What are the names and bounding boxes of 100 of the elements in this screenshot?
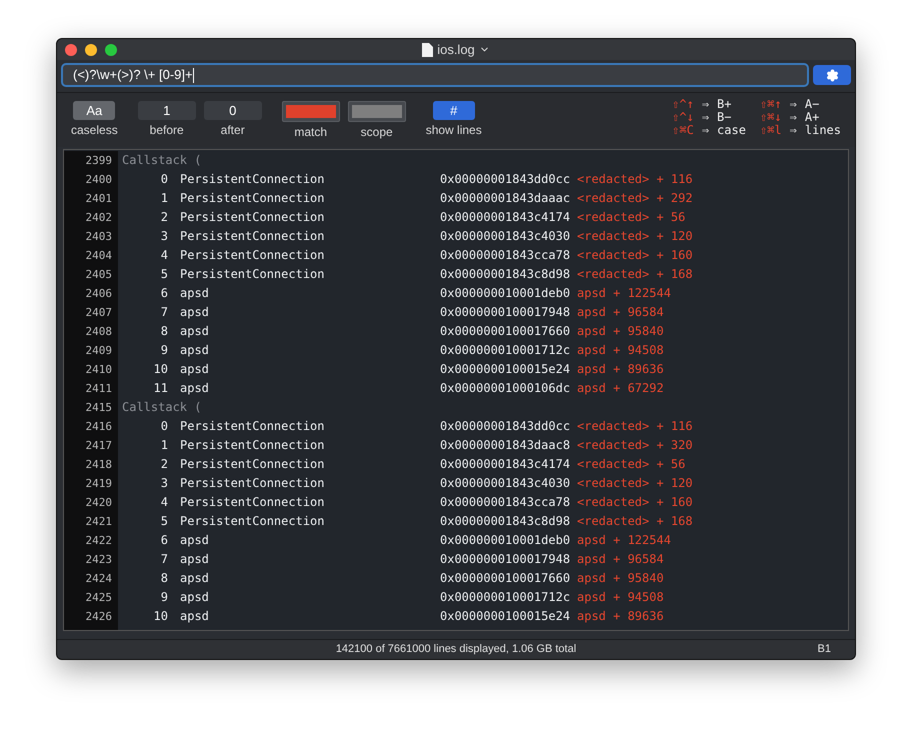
shortcut-action: A+: [804, 111, 820, 124]
line-number: 2417: [84, 438, 113, 454]
frame-module: apsd: [180, 285, 210, 302]
line-number: 2401: [84, 191, 113, 207]
frame-module: PersistentConnection: [180, 190, 326, 207]
frame-module: PersistentConnection: [180, 494, 326, 511]
frame-module: apsd: [180, 532, 210, 549]
line-number: 2405: [84, 267, 113, 283]
frame-index: 10: [152, 361, 168, 378]
line-number: 2406: [84, 286, 113, 302]
shortcut-keys: ⇧⌘C: [672, 124, 694, 137]
log-line: Callstack (: [122, 399, 202, 416]
frame-index: 8: [160, 323, 168, 340]
frame-index: 3: [160, 475, 168, 492]
close-window-icon[interactable]: [65, 44, 77, 56]
frame-symbol: <redacted> + 56: [577, 209, 686, 226]
caseless-toggle[interactable]: Aa: [73, 101, 116, 120]
frame-index: 3: [160, 228, 168, 245]
zoom-window-icon[interactable]: [105, 44, 117, 56]
color-well[interactable]: [282, 101, 340, 122]
window-title: ios.log: [437, 40, 475, 59]
before-field[interactable]: 1: [138, 101, 196, 120]
line-number: 2421: [84, 514, 113, 530]
line-number: 2410: [84, 362, 113, 378]
control-caption: match: [294, 126, 328, 138]
frame-address: 0x0000000100015e24: [440, 361, 572, 378]
frame-index: 6: [160, 532, 168, 549]
frame-symbol: <redacted> + 168: [577, 513, 693, 530]
shortcut-action: case: [717, 124, 746, 137]
frame-address: 0x00000001843c8d98: [440, 266, 572, 283]
frame-symbol: <redacted> + 56: [577, 456, 686, 473]
frame-address: 0x0000000100017948: [440, 551, 572, 568]
arrow-glyph: ⇒: [702, 124, 710, 137]
color-well[interactable]: [348, 101, 406, 122]
frame-address: 0x00000001843c4174: [440, 209, 572, 226]
frame-address: 0x00000001843cca78: [440, 494, 572, 511]
arrow-glyph: ⇒: [702, 98, 710, 111]
frame-symbol: <redacted> + 168: [577, 266, 693, 283]
after-field[interactable]: 0: [204, 101, 262, 120]
frame-address: 0x00000001843dd0cc: [440, 171, 572, 188]
frame-address: 0x00000001843dd0cc: [440, 418, 572, 435]
line-number: 2422: [84, 533, 113, 549]
frame-symbol: <redacted> + 116: [577, 171, 693, 188]
frame-module: apsd: [180, 323, 210, 340]
frame-module: apsd: [180, 551, 210, 568]
frame-module: PersistentConnection: [180, 475, 326, 492]
frame-index: 10: [152, 608, 168, 625]
search-field[interactable]: (<)?\w+(>)? \+ [0-9]+: [61, 63, 809, 87]
status-mode: B1: [818, 642, 831, 658]
line-number: 2409: [84, 343, 113, 359]
frame-module: apsd: [180, 570, 210, 587]
shortcut-action: lines: [804, 124, 841, 137]
frame-index: 0: [160, 171, 168, 188]
settings-button[interactable]: [813, 65, 851, 85]
minimize-window-icon[interactable]: [85, 44, 97, 56]
line-number: 2420: [84, 495, 113, 511]
frame-module: apsd: [180, 304, 210, 321]
control-caption: after: [220, 124, 245, 136]
frame-index: 4: [160, 247, 168, 264]
frame-symbol: apsd + 95840: [577, 323, 664, 340]
frame-address: 0x000000010001deb0: [440, 285, 572, 302]
control-caption: caseless: [71, 124, 118, 136]
frame-index: 7: [160, 551, 168, 568]
arrow-glyph: ⇒: [702, 111, 710, 124]
frame-module: apsd: [180, 342, 210, 359]
frame-address: 0x000000010001deb0: [440, 532, 572, 549]
frame-address: 0x000000010001712c: [440, 589, 572, 606]
frame-module: PersistentConnection: [180, 247, 326, 264]
document-icon: [422, 42, 434, 56]
line-number: 2426: [84, 609, 113, 625]
line-number: 2407: [84, 305, 113, 321]
show-lines-toggle[interactable]: #: [432, 101, 475, 120]
line-number: 2415: [84, 400, 113, 416]
frame-module: apsd: [180, 608, 210, 625]
line-number: 2424: [84, 571, 113, 587]
frame-symbol: <redacted> + 292: [577, 190, 693, 207]
frame-index: 9: [160, 589, 168, 606]
frame-index: 5: [160, 266, 168, 283]
control-caption: show lines: [426, 124, 482, 136]
control-caption: before: [150, 124, 184, 136]
frame-address: 0x00000001843c4030: [440, 228, 572, 245]
frame-module: apsd: [180, 361, 210, 378]
frame-address: 0x00000001000106dc: [440, 380, 572, 397]
frame-index: 4: [160, 494, 168, 511]
frame-address: 0x000000010001712c: [440, 342, 572, 359]
line-number: 2423: [84, 552, 113, 568]
frame-symbol: <redacted> + 116: [577, 418, 693, 435]
frame-module: PersistentConnection: [180, 171, 326, 188]
line-number: 2400: [84, 172, 113, 188]
frame-index: 7: [160, 304, 168, 321]
shortcut-keys: ⇧^↓: [672, 111, 694, 124]
frame-index: 1: [160, 437, 168, 454]
line-number: 2408: [84, 324, 113, 340]
shortcut-keys: ⇧^↑: [672, 98, 694, 111]
frame-symbol: apsd + 122544: [577, 532, 671, 549]
settings-icon: [826, 68, 838, 82]
frame-index: 5: [160, 513, 168, 530]
arrow-glyph: ⇒: [790, 124, 797, 137]
frame-module: apsd: [180, 380, 210, 397]
arrow-glyph: ⇒: [790, 111, 797, 124]
